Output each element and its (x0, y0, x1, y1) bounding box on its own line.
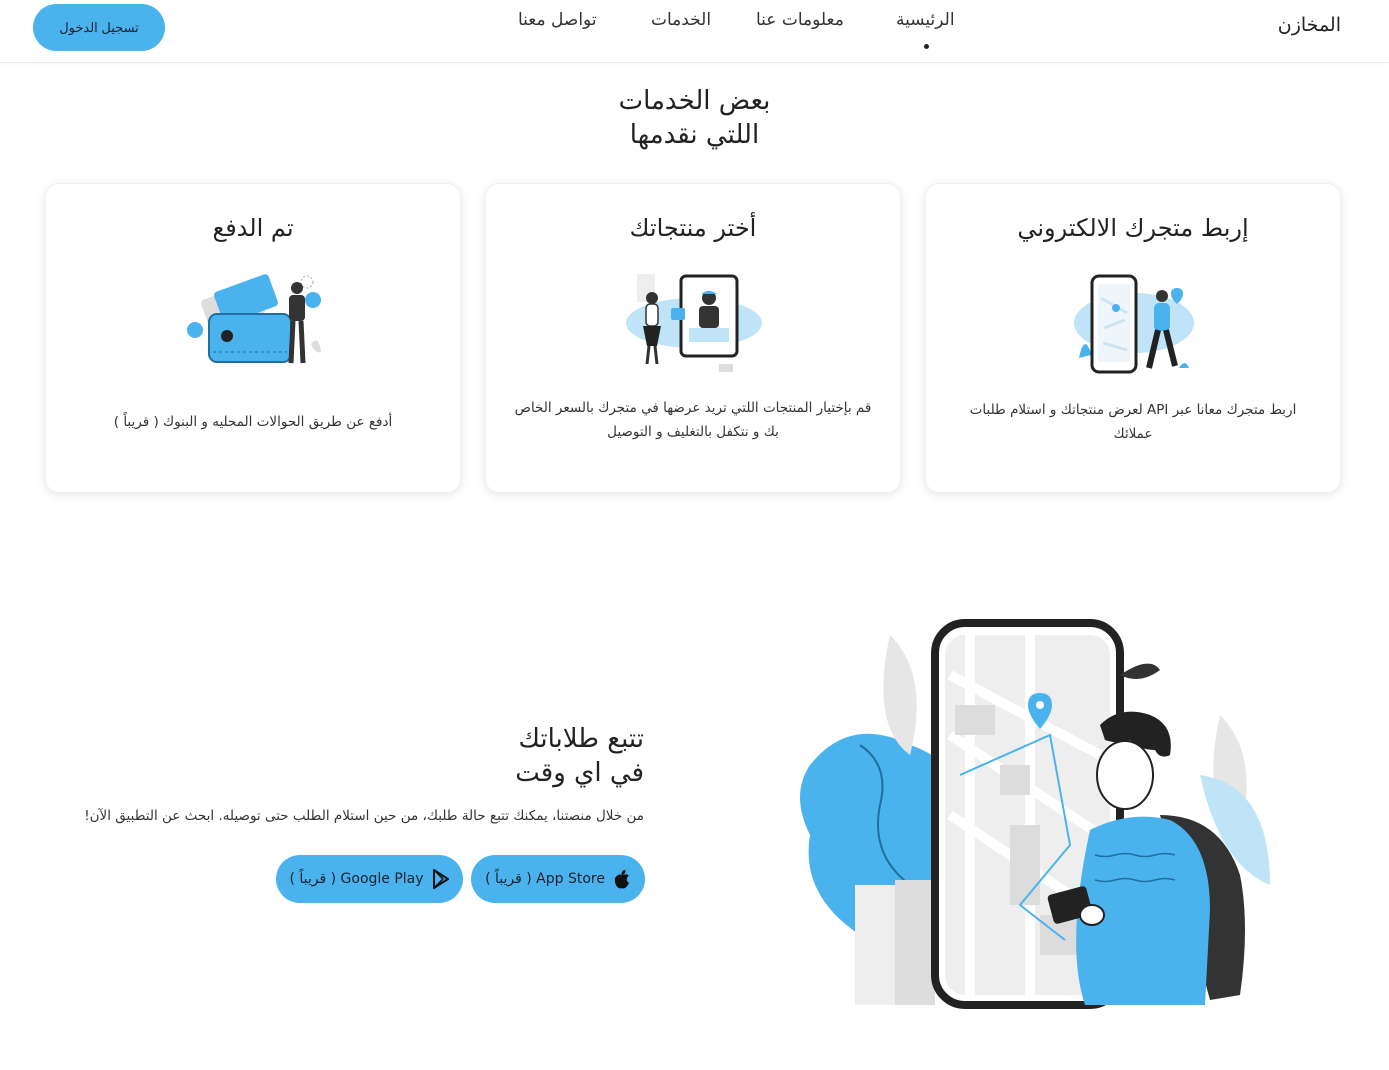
tracking-title: تتبع طلاباتك في اي وقت (515, 722, 644, 790)
services-title: بعض الخدمات اللتي نقدمها (0, 84, 1389, 152)
google-play-button[interactable]: Google Play ( قريباً ) (276, 855, 463, 903)
card-description: أدفع عن طريق الحوالات المحليه و البنوك (… (113, 414, 393, 430)
services-title-line2: اللتي نقدمها (629, 120, 760, 150)
card-title: أختر منتجاتك (629, 214, 757, 242)
main-nav: الرئيسية معلومات عنا الخدمات تواصل معنا (0, 6, 1389, 49)
store-connect-illustration-icon (1074, 274, 1194, 374)
nav-services[interactable]: الخدمات (651, 10, 711, 30)
header: المخازن الرئيسية معلومات عنا الخدمات توا… (0, 0, 1389, 63)
tracking-title-line2: في اي وقت (515, 758, 644, 788)
service-card-choose-products: أختر منتجاتك قم بإختيار المنتجات اللتي ت… (485, 183, 901, 493)
card-description: اربط متجرك معانا عبر API لعرض منتجاتك و … (969, 402, 1297, 442)
phone-map-tracking-illustration-icon (800, 619, 1270, 1009)
active-nav-indicator (924, 44, 929, 49)
nav-contact[interactable]: تواصل معنا (518, 10, 597, 30)
tracking-title-line1: تتبع طلاباتك (518, 724, 644, 754)
app-store-label: App Store ( قريباً ) (485, 871, 605, 887)
nav-about[interactable]: معلومات عنا (756, 10, 844, 30)
google-play-label: Google Play ( قريباً ) (289, 871, 424, 887)
payment-wallet-illustration-icon (187, 274, 321, 364)
service-card-payment: تم الدفع أدفع عن طريق الحوالات المحليه و… (45, 183, 461, 493)
service-card-connect-store: إربط متجرك الالكتروني اربط متجرك معانا ع… (925, 183, 1341, 493)
app-store-button[interactable]: App Store ( قريباً ) (471, 855, 645, 903)
google-play-icon (432, 869, 449, 889)
card-title: إربط متجرك الالكتروني (1017, 214, 1249, 242)
apple-icon (614, 870, 629, 889)
choose-products-illustration-icon (626, 274, 762, 372)
login-button[interactable]: تسجيل الدخول (33, 4, 165, 51)
nav-home[interactable]: الرئيسية (896, 10, 955, 30)
services-title-line1: بعض الخدمات (618, 86, 771, 116)
tracking-description: من خلال منصتنا، يمكنك تتبع حالة طلبك، من… (84, 808, 644, 824)
card-title: تم الدفع (212, 214, 294, 242)
card-description: قم بإختيار المنتجات اللتي تريد عرضها في … (514, 400, 872, 440)
